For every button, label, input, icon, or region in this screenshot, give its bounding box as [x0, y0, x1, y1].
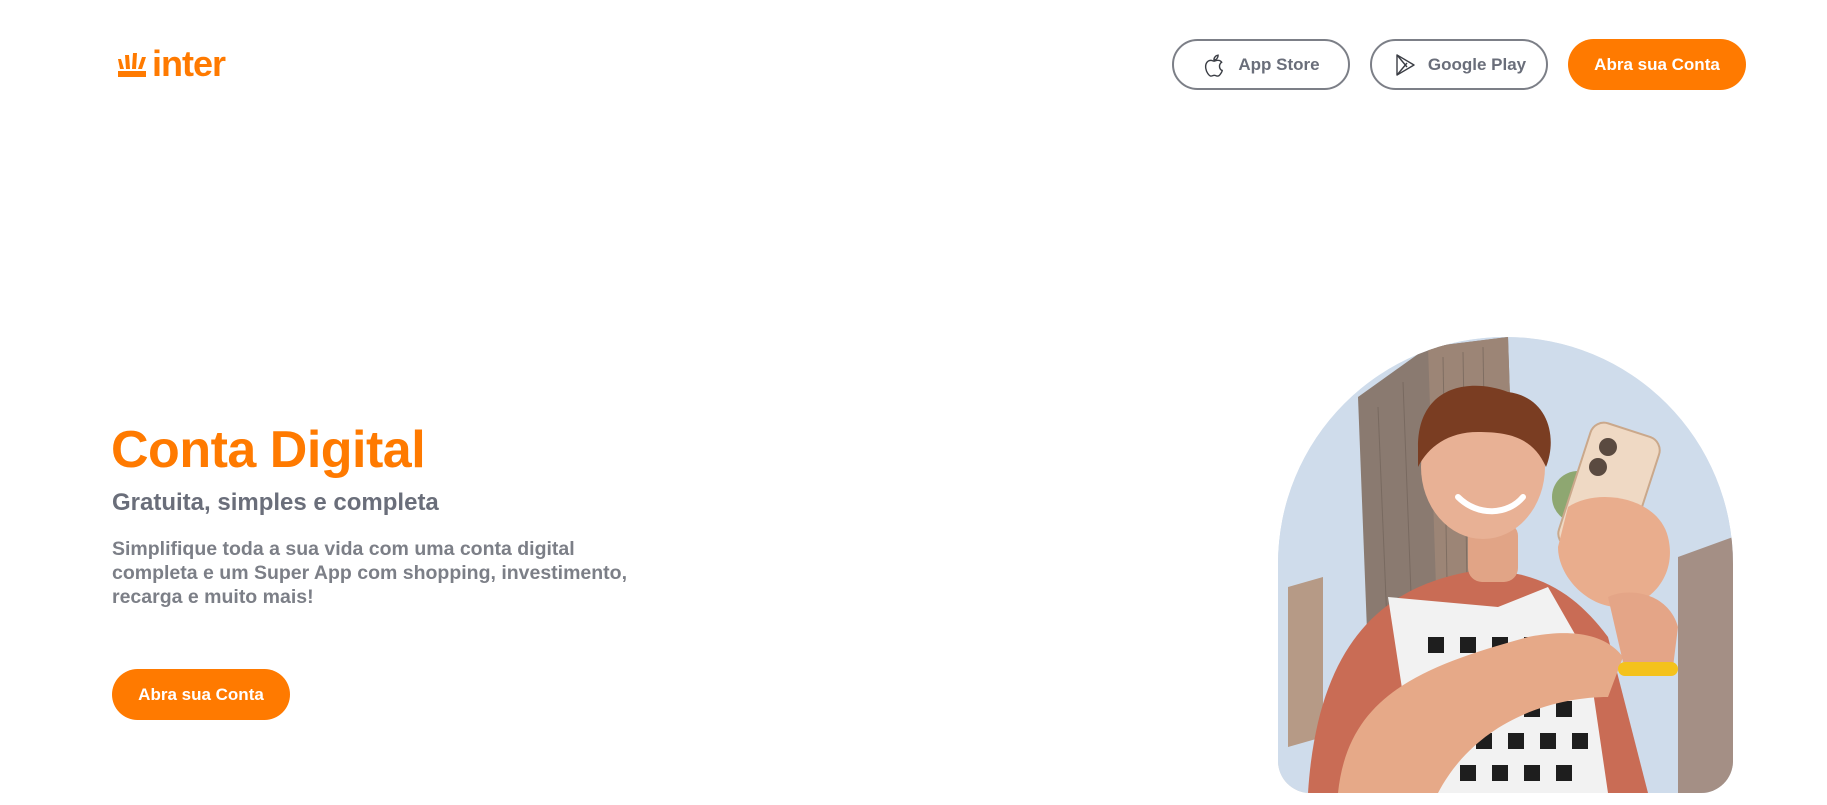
inter-logo[interactable]: inter — [118, 43, 226, 84]
play-store-icon — [1396, 53, 1415, 76]
inter-sun-icon — [118, 53, 146, 77]
google-play-button[interactable]: Google Play — [1370, 39, 1548, 90]
google-play-label: Google Play — [1427, 54, 1527, 74]
hero-subtitle: Gratuita, simples e completa — [112, 489, 439, 516]
header-nav: App Store Google Play Abra sua Conta — [1172, 39, 1746, 90]
logo-wordmark: inter — [152, 43, 226, 84]
open-account-hero-button[interactable]: Abra sua Conta — [112, 669, 290, 720]
hero-photo — [1278, 337, 1733, 793]
hero-title: Conta Digital — [111, 421, 426, 479]
app-store-button[interactable]: App Store — [1172, 39, 1350, 90]
site-header: inter App Store Google Play Abra sua Con… — [0, 0, 1827, 120]
open-account-header-button[interactable]: Abra sua Conta — [1568, 39, 1746, 90]
person-with-phone-illustration — [1278, 337, 1733, 793]
apple-icon — [1205, 53, 1224, 77]
app-store-label: App Store — [1238, 54, 1320, 74]
hero-description: Simplifique toda a sua vida com uma cont… — [112, 538, 628, 608]
